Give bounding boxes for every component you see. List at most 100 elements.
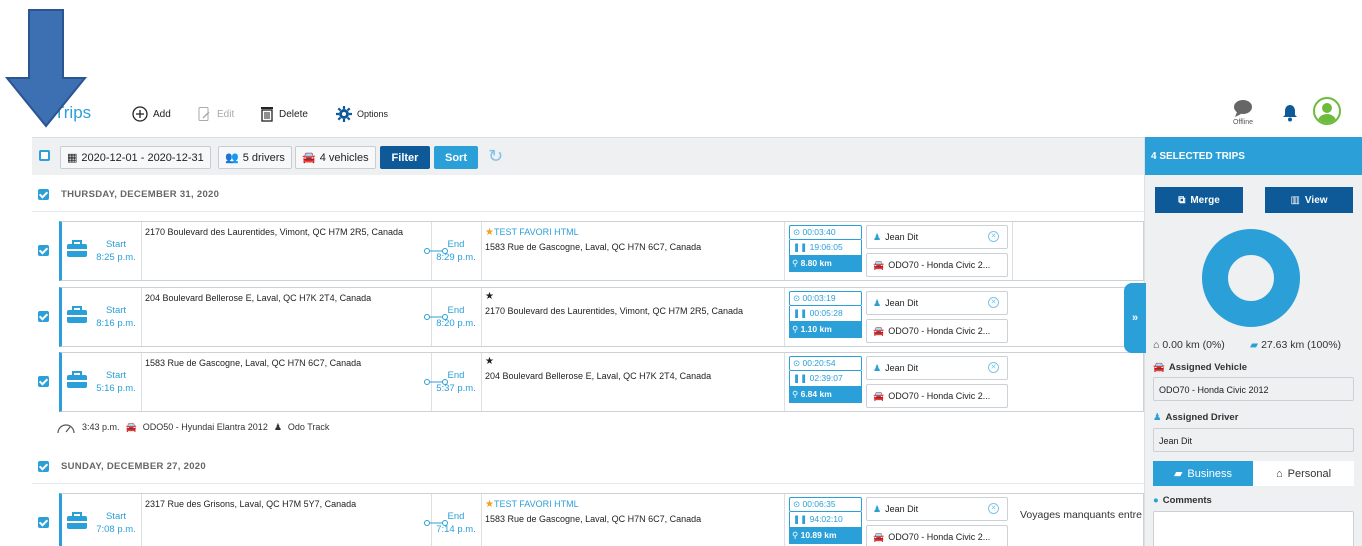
car-icon: 🚘 [873,390,885,401]
edit-label: Edit [217,108,235,120]
trip-comment: Voyages manquants entre le 2 [1020,509,1162,521]
trip-stats: ⊙ 00:03:19 ❚❚ 00:05:28 ⚲ 1.10 km [789,291,862,343]
comments-textarea[interactable] [1153,511,1354,546]
down-arrow-annotation-icon [4,9,88,128]
view-button[interactable]: ▥ View [1265,187,1353,213]
plus-circle-icon [132,106,148,122]
odo-vehicle: ODO50 - Hyundai Elantra 2012 [142,422,268,432]
clear-driver-icon[interactable]: ✕ [988,362,999,373]
odometer-event: 3:43 p.m. 🚘 ODO50 - Hyundai Elantra 2012… [56,420,329,434]
assigned-driver-field[interactable]: Jean Dit [1153,428,1354,452]
refresh-icon[interactable]: ↻ [488,146,503,167]
trip-row[interactable]: Start 7:08 p.m. 2317 Rue des Grisons, Lav… [32,493,1162,546]
idle-time: ❚❚ 19:06:05 [789,240,862,255]
vehicle-select[interactable]: 🚘 ODO70 - Honda Civic 2... [866,253,1008,277]
vehicle-select[interactable]: 🚘 ODO70 - Honda Civic 2... [866,384,1008,408]
trip-checkbox[interactable] [38,376,49,387]
clear-driver-icon[interactable]: ✕ [988,503,999,514]
trip-card[interactable]: Start 5:16 p.m. 1583 Rue de Gascogne, Lav… [59,352,1144,412]
chat-icon [1234,100,1252,117]
car-icon: 🚘 [873,259,885,270]
comments-label: ● Comments [1153,495,1212,506]
driver-icon: ♟ [873,362,882,373]
trip-stats: ⊙ 00:03:40 ❚❚ 19:06:05 ⚲ 8.80 km [789,225,862,277]
add-label: Add [153,108,171,120]
briefcase-icon: ▰ [1250,339,1259,351]
filter-button[interactable]: Filter [380,146,430,169]
start-time: Start 8:16 p.m. [96,305,136,329]
trip-checkbox[interactable] [38,517,49,528]
car-icon: 🚘 [873,325,885,336]
vehicle-select[interactable]: 🚘 ODO70 - Honda Civic 2... [866,525,1008,546]
select-all-checkbox[interactable] [39,150,50,161]
vehicle-select[interactable]: 🚘 ODO70 - Honda Civic 2... [866,319,1008,343]
trip-card[interactable]: Start 8:25 p.m. 2170 Boulevard des Lauren… [59,221,1144,281]
avatar[interactable] [1313,97,1341,125]
offline-status[interactable]: Offline [1228,99,1258,126]
personal-toggle[interactable]: ⌂ Personal [1253,461,1354,486]
clear-driver-icon[interactable]: ✕ [988,231,999,242]
trip-checkbox[interactable] [38,245,49,256]
start-time: Start 5:16 p.m. [96,370,136,394]
driver-select[interactable]: ♟ Jean Dit ✕ [866,497,1008,521]
comment-icon: ● [1153,495,1159,506]
distance: ⚲ 6.84 km [789,386,862,403]
driver-icon: ♟ [873,231,882,242]
assigned-vehicle-label: 🚘 Assigned Vehicle [1153,362,1247,373]
date-range-value: 2020-12-01 - 2020-12-31 [81,151,204,164]
calendar-icon: ▦ [67,152,78,164]
map-icon: ▥ [1290,194,1300,206]
car-icon: 🚘 [302,152,316,164]
trip-row[interactable]: Start 5:16 p.m. 1583 Rue de Gascogne, Lav… [32,352,1144,412]
duration: ⊙ 00:06:35 [789,497,862,512]
business-distance-stat: ▰ 27.63 km (100%) [1250,339,1342,351]
trip-card[interactable]: Start 8:16 p.m. 204 Boulevard Bellerose E… [59,287,1144,347]
driver-select[interactable]: ♟ Jean Dit ✕ [866,291,1008,315]
assigned-driver-label: ♟ Assigned Driver [1153,412,1239,423]
clear-driver-icon[interactable]: ✕ [988,297,999,308]
home-icon: ⌂ [1153,339,1160,351]
drivers-filter[interactable]: 👥 5 drivers [218,146,292,169]
delete-button[interactable]: Delete [260,106,308,122]
driver-select[interactable]: ♟ Jean Dit ✕ [866,356,1008,380]
day-header: SUNDAY, DECEMBER 27, 2020 [32,450,1144,484]
drivers-value: 5 drivers [242,151,285,164]
edit-button[interactable]: Edit [196,106,234,122]
start-time: Start 7:08 p.m. [96,511,136,535]
car-icon: 🚘 [873,531,885,542]
users-icon: 👥 [225,152,239,164]
edit-icon [198,107,210,121]
add-button[interactable]: Add [132,106,171,122]
odo-driver: Odo Track [287,422,330,432]
options-button[interactable]: Options [336,106,388,122]
options-label: Options [357,109,389,119]
day-checkbox[interactable] [38,461,49,472]
date-range-filter[interactable]: ▦ 2020-12-01 - 2020-12-31 [60,146,211,169]
trip-row[interactable]: Start 8:25 p.m. 2170 Boulevard des Lauren… [32,221,1144,281]
merge-button[interactable]: ⧉ Merge [1155,187,1243,213]
driver-select[interactable]: ♟ Jean Dit ✕ [866,225,1008,249]
assigned-vehicle-field[interactable]: ODO70 - Honda Civic 2012 [1153,377,1354,401]
bell-icon[interactable] [1282,104,1298,122]
trip-row[interactable]: Start 8:16 p.m. 204 Boulevard Bellerose E… [32,287,1144,347]
trip-card[interactable]: Start 7:08 p.m. 2317 Rue des Grisons, Lav… [59,493,1162,546]
idle-time: ❚❚ 00:05:28 [789,306,862,321]
user-icon [1317,103,1337,123]
speedometer-icon [57,424,75,434]
page-header: Trips Add Edit Delete Options Offline [0,96,1362,136]
driver-icon: ♟ [273,421,282,432]
vehicles-filter[interactable]: 🚘 4 vehicles [295,146,376,169]
idle-time: ❚❚ 02:39:07 [789,371,862,386]
collapse-panel-button[interactable]: » [1124,283,1146,353]
driver-icon: ♟ [873,297,882,308]
sort-button[interactable]: Sort [434,146,478,169]
briefcase-icon: ▰ [1173,468,1183,480]
merge-icon: ⧉ [1178,194,1186,206]
selection-panel: 4 SELECTED TRIPS ⧉ Merge ▥ View ⌂ 0.00 k… [1144,137,1362,546]
filter-bar: ▦ 2020-12-01 - 2020-12-31 👥 5 drivers 🚘 … [32,137,1144,175]
day-date: THURSDAY, DECEMBER 31, 2020 [61,189,220,200]
distance: ⚲ 8.80 km [789,255,862,272]
business-toggle[interactable]: ▰ Business [1153,461,1253,486]
trip-checkbox[interactable] [38,311,49,322]
day-checkbox[interactable] [38,189,49,200]
